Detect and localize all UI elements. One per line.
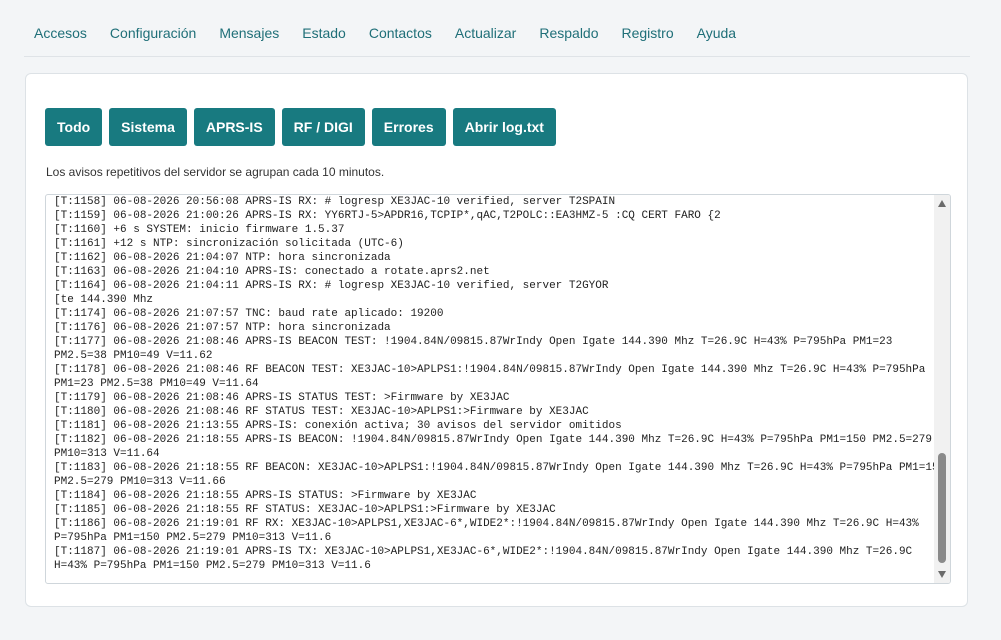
grouping-note: Los avisos repetitivos del servidor se a… bbox=[46, 165, 385, 179]
filter-rf-digi-button[interactable]: RF / DIGI bbox=[281, 108, 365, 146]
log-scrollbar[interactable] bbox=[934, 195, 950, 583]
scroll-thumb[interactable] bbox=[938, 453, 946, 563]
top-nav: Accesos Configuración Mensajes Estado Co… bbox=[24, 10, 970, 57]
nav-accesos[interactable]: Accesos bbox=[24, 25, 97, 41]
nav-mensajes[interactable]: Mensajes bbox=[209, 25, 289, 41]
nav-respaldo[interactable]: Respaldo bbox=[529, 25, 608, 41]
nav-estado[interactable]: Estado bbox=[292, 25, 356, 41]
filter-aprs-is-button[interactable]: APRS-IS bbox=[193, 108, 275, 146]
log-text: [T:1158] 06-08-2026 20:56:08 APRS-IS RX:… bbox=[54, 196, 946, 572]
filter-sistema-button[interactable]: Sistema bbox=[109, 108, 187, 146]
filter-buttons: Todo Sistema APRS-IS RF / DIGI Errores A… bbox=[45, 108, 563, 146]
scroll-up-icon[interactable] bbox=[938, 200, 946, 207]
nav-configuracion[interactable]: Configuración bbox=[100, 25, 206, 41]
filter-errores-button[interactable]: Errores bbox=[371, 108, 446, 146]
scroll-down-icon[interactable] bbox=[938, 571, 946, 578]
log-card: Todo Sistema APRS-IS RF / DIGI Errores A… bbox=[25, 73, 968, 607]
nav-registro[interactable]: Registro bbox=[612, 25, 684, 41]
log-viewer[interactable]: [T:1158] 06-08-2026 20:56:08 APRS-IS RX:… bbox=[45, 194, 951, 584]
filter-todo-button[interactable]: Todo bbox=[45, 108, 103, 146]
nav-contactos[interactable]: Contactos bbox=[359, 25, 442, 41]
nav-ayuda[interactable]: Ayuda bbox=[687, 25, 746, 41]
nav-actualizar[interactable]: Actualizar bbox=[445, 25, 526, 41]
open-log-button[interactable]: Abrir log.txt bbox=[452, 108, 556, 146]
